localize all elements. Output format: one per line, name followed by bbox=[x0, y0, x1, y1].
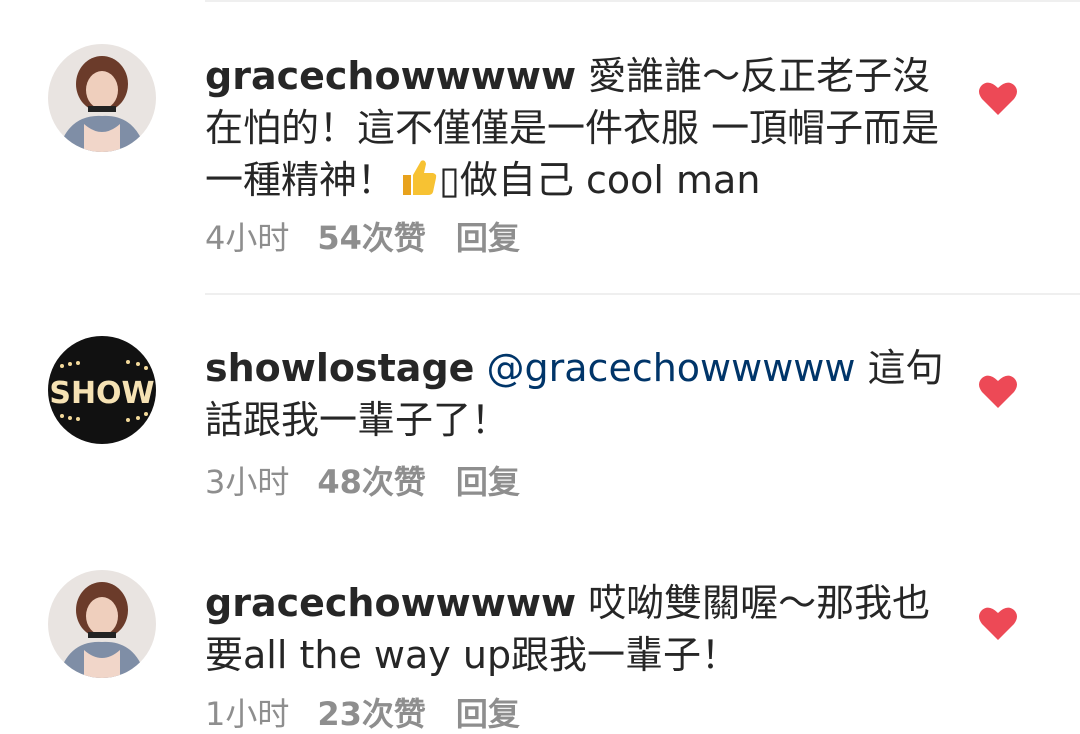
comment-divider bbox=[205, 293, 1080, 295]
comment-body-continued: ▯做自己 cool man bbox=[439, 158, 761, 202]
comment-likes[interactable]: 48次赞 bbox=[317, 462, 426, 502]
comment-text: gracechowwwww 愛誰誰～反正老子沒在怕的！這不僅僅是一件衣服 一頂帽… bbox=[205, 50, 945, 212]
comment-username[interactable]: gracechowwwww bbox=[205, 581, 576, 625]
comment-likes[interactable]: 23次赞 bbox=[317, 694, 426, 734]
comment-text: showlostage @gracechowwwww 這句話跟我一輩子了！ bbox=[205, 342, 945, 446]
heart-icon[interactable] bbox=[978, 605, 1018, 641]
heart-icon[interactable] bbox=[978, 373, 1018, 409]
mention-link[interactable]: @gracechowwwww bbox=[487, 346, 856, 390]
thumbs-up-icon bbox=[395, 155, 439, 212]
comment-meta: 1小时 23次赞 回复 bbox=[205, 694, 520, 734]
comment-username[interactable]: gracechowwwww bbox=[205, 54, 576, 98]
comment-username[interactable]: showlostage bbox=[205, 346, 474, 390]
comment-meta: 3小时 48次赞 回复 bbox=[205, 462, 520, 502]
comment-likes[interactable]: 54次赞 bbox=[317, 218, 426, 258]
heart-icon[interactable] bbox=[978, 80, 1018, 116]
avatar-logo-text: SHOW bbox=[49, 376, 154, 411]
reply-button[interactable]: 回复 bbox=[456, 462, 520, 502]
comment-time: 4小时 bbox=[205, 219, 290, 257]
top-divider bbox=[205, 0, 1080, 2]
user-photo-icon bbox=[48, 44, 156, 152]
comment-time: 1小时 bbox=[205, 695, 290, 733]
comment-meta: 4小时 54次赞 回复 bbox=[205, 218, 520, 258]
show-logo-icon: SHOW bbox=[48, 336, 156, 444]
avatar[interactable] bbox=[48, 570, 156, 678]
reply-button[interactable]: 回复 bbox=[456, 694, 520, 734]
user-photo-icon bbox=[48, 570, 156, 678]
reply-button[interactable]: 回复 bbox=[456, 218, 520, 258]
avatar[interactable]: SHOW bbox=[48, 336, 156, 444]
comment-time: 3小时 bbox=[205, 463, 290, 501]
avatar[interactable] bbox=[48, 44, 156, 152]
comment-text: gracechowwwww 哎呦雙關喔～那我也要all the way up跟我… bbox=[205, 577, 945, 681]
